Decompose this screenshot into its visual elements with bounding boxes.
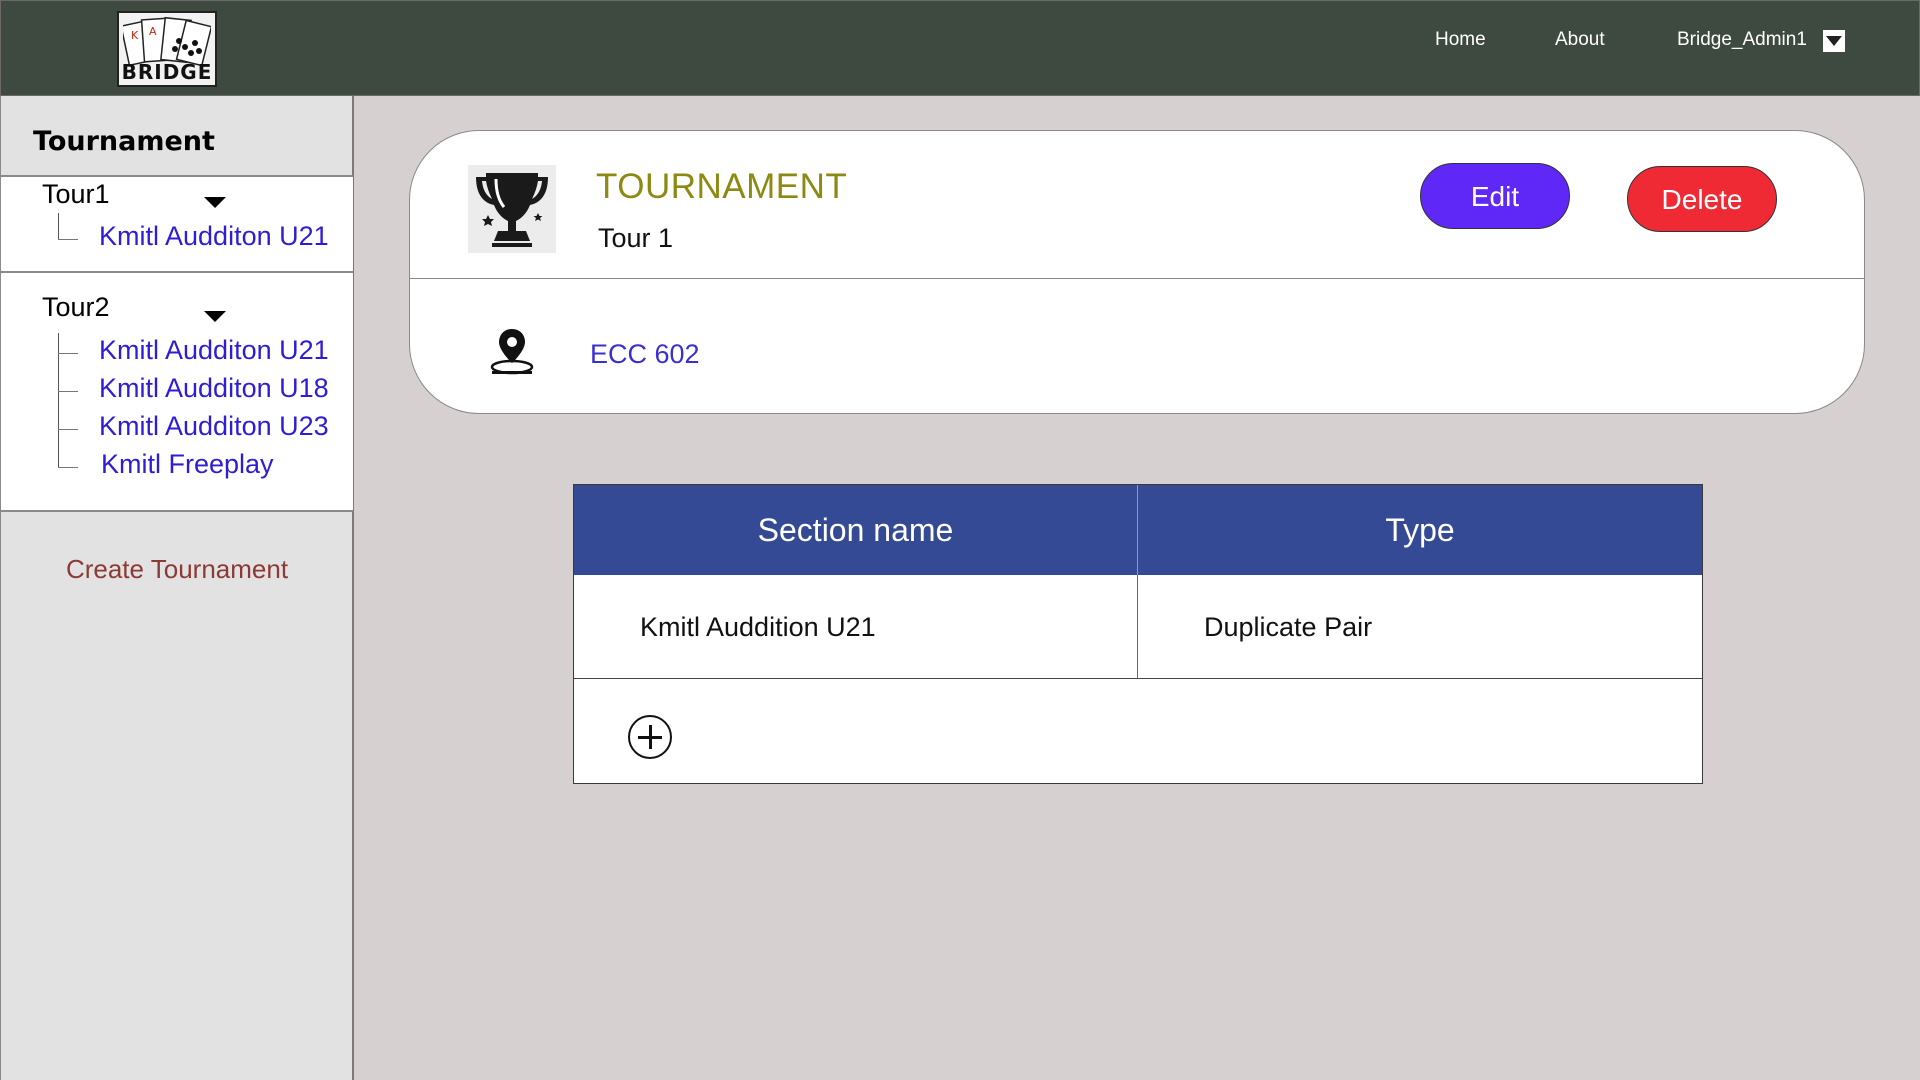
sidebar: Tournament Tour1 Kmitl Audditon U21 Tour… (0, 96, 354, 1080)
location-pin-icon (488, 327, 536, 377)
table-cell-type[interactable]: Duplicate Pair (1138, 575, 1702, 679)
tour-section-link[interactable]: Kmitl Audditon U23 (99, 411, 329, 442)
create-tournament-link[interactable]: Create Tournament (1, 554, 353, 585)
tournament-heading: TOURNAMENT (596, 167, 848, 206)
add-section-plus-icon[interactable] (628, 715, 672, 759)
tournament-card: TOURNAMENT Tour 1 Edit Delete ECC 602 (409, 130, 1865, 414)
tour-group-1: Tour1 Kmitl Audditon U21 (1, 175, 353, 271)
trophy-icon (468, 165, 556, 253)
sections-table: Section name Type Kmitl Auddition U21 Du… (573, 484, 1703, 784)
column-header-type: Type (1138, 485, 1702, 575)
nav-home-link[interactable]: Home (1435, 29, 1486, 51)
expand-caret-icon[interactable] (204, 311, 226, 322)
top-navbar: K A BRIDGE Home About Bridge_Admin1 (0, 0, 1920, 96)
tree-connector (58, 213, 59, 239)
tree-connector (58, 429, 78, 430)
expand-caret-icon[interactable] (204, 197, 226, 208)
tour-group-2: Tour2 Kmitl Audditon U21 Kmitl Audditon … (1, 271, 353, 512)
tree-connector (58, 239, 78, 240)
svg-text:K: K (131, 29, 139, 42)
tour-section-link[interactable]: Kmitl Audditon U21 (99, 335, 329, 366)
tour-item-label[interactable]: Tour2 (42, 292, 110, 323)
table-cell-section-name[interactable]: Kmitl Auddition U21 (574, 575, 1138, 679)
column-header-section-name: Section name (574, 485, 1138, 575)
tournament-location[interactable]: ECC 602 (590, 339, 700, 370)
delete-button[interactable]: Delete (1627, 166, 1777, 232)
tree-connector (58, 391, 78, 392)
svg-text:A: A (149, 25, 157, 38)
card-divider (410, 278, 1864, 279)
nav-about-link[interactable]: About (1555, 29, 1605, 51)
tour-item-label[interactable]: Tour1 (42, 179, 110, 210)
user-menu-dropdown-icon[interactable] (1823, 30, 1845, 52)
sidebar-title: Tournament (33, 126, 215, 157)
tree-connector (58, 353, 78, 354)
tree-connector (58, 467, 78, 468)
tour-section-link[interactable]: Kmitl Audditon U18 (99, 373, 329, 404)
tour-section-link[interactable]: Kmitl Freeplay (101, 449, 274, 480)
user-menu-label[interactable]: Bridge_Admin1 (1677, 29, 1807, 51)
edit-button[interactable]: Edit (1420, 163, 1570, 229)
tour-section-link[interactable]: Kmitl Audditon U21 (99, 221, 329, 252)
bridge-logo[interactable]: K A BRIDGE (117, 11, 217, 87)
tournament-name: Tour 1 (598, 223, 674, 253)
logo-text: BRIDGE (121, 60, 213, 84)
